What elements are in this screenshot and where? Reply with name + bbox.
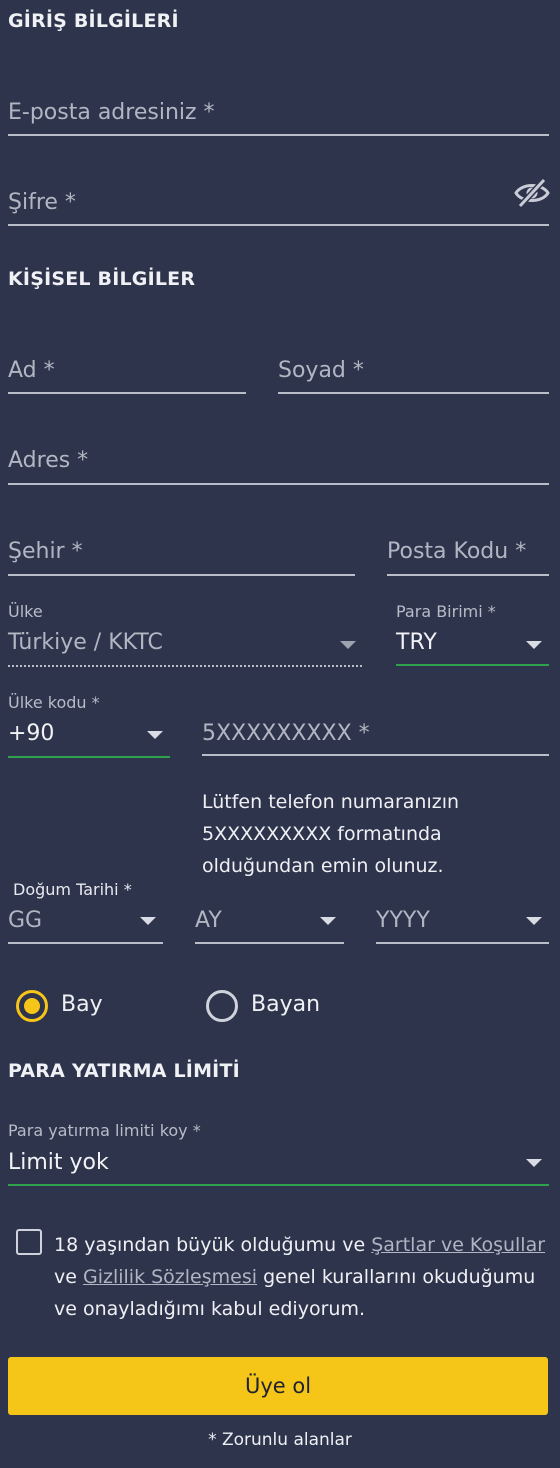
eye-slash-icon[interactable] (514, 177, 550, 209)
currency-select[interactable]: Para Birimi * TRY (396, 600, 549, 666)
birth-day-select[interactable]: GG (8, 900, 163, 944)
birth-day-underline (8, 942, 163, 944)
last-name-underline (278, 392, 549, 394)
phone-field[interactable]: 5XXXXXXXXX * (202, 713, 549, 756)
deposit-limit-value: Limit yok (8, 1150, 109, 1175)
first-name-underline (8, 392, 246, 394)
email-underline (8, 134, 549, 136)
deposit-limit-underline (8, 1184, 549, 1186)
country-label: Ülke (8, 602, 43, 621)
privacy-policy-link[interactable]: Gizlilik Sözleşmesi (83, 1266, 257, 1288)
last-name-placeholder: Soyad * (278, 358, 364, 383)
terms-text-part: 18 yaşından büyük olduğumu ve (54, 1234, 372, 1256)
register-button[interactable]: Üye ol (8, 1357, 548, 1415)
terms-line-2: ve Gizlilik Sözleşmesi genel kurallarını… (54, 1261, 550, 1325)
currency-dropdown-icon (526, 641, 542, 649)
terms-checkbox[interactable] (16, 1229, 42, 1255)
phone-placeholder: 5XXXXXXXXX * (202, 721, 370, 746)
password-placeholder: Şifre * (8, 190, 76, 215)
first-name-field[interactable]: Ad * (8, 350, 246, 394)
currency-label: Para Birimi * (396, 602, 496, 621)
country-code-value: +90 (8, 721, 55, 746)
city-underline (8, 574, 355, 576)
birth-year-value: YYYY (376, 908, 430, 933)
address-field[interactable]: Adres * (8, 440, 549, 485)
country-code-select[interactable]: Ülke kodu * +90 (8, 691, 170, 758)
first-name-placeholder: Ad * (8, 358, 55, 383)
birth-day-dropdown-icon (140, 917, 156, 925)
postal-code-placeholder: Posta Kodu * (387, 539, 527, 564)
personal-section-title: KİŞİSEL BİLGİLER (8, 268, 196, 290)
birth-year-select[interactable]: YYYY (376, 900, 549, 944)
address-underline (8, 483, 549, 485)
country-select[interactable]: Ülke Türkiye / KKTC (8, 600, 362, 667)
country-dropdown-icon (340, 641, 356, 649)
email-field[interactable]: E-posta adresiniz * (8, 92, 549, 136)
country-value: Türkiye / KKTC (8, 630, 163, 655)
postal-code-field[interactable]: Posta Kodu * (387, 531, 549, 576)
deposit-limit-dropdown-icon (526, 1159, 542, 1167)
gender-male-label[interactable]: Bay (61, 992, 103, 1017)
deposit-limit-select[interactable]: Para yatırma limiti koy * Limit yok (8, 1121, 549, 1186)
terms-text: 18 yaşından büyük olduğumu ve Şartlar ve… (54, 1229, 550, 1325)
birth-year-dropdown-icon (526, 917, 542, 925)
currency-value: TRY (396, 630, 437, 655)
birth-month-select[interactable]: AY (195, 900, 344, 944)
password-underline (8, 224, 549, 226)
gender-male-radio[interactable] (16, 990, 48, 1022)
birth-month-underline (195, 942, 344, 944)
terms-line-1: 18 yaşından büyük olduğumu ve Şartlar ve… (54, 1229, 550, 1261)
terms-conditions-link[interactable]: Şartlar ve Koşullar (371, 1234, 545, 1256)
email-placeholder: E-posta adresiniz * (8, 100, 215, 125)
gender-female-radio[interactable] (206, 990, 238, 1022)
city-field[interactable]: Şehir * (8, 531, 355, 576)
city-placeholder: Şehir * (8, 539, 83, 564)
country-code-underline (8, 756, 170, 758)
gender-female-label[interactable]: Bayan (251, 992, 320, 1017)
phone-hint-line: olduğundan emin olunuz. (202, 855, 444, 877)
birth-month-value: AY (195, 908, 222, 933)
country-code-label: Ülke kodu * (8, 693, 100, 712)
country-underline (8, 665, 362, 667)
required-fields-note: * Zorunlu alanlar (208, 1430, 352, 1450)
postal-code-underline (387, 574, 549, 576)
last-name-field[interactable]: Soyad * (278, 350, 549, 394)
phone-hint-line: 5XXXXXXXXX formatında (202, 823, 442, 845)
birth-month-dropdown-icon (320, 917, 336, 925)
deposit-section-title: PARA YATIRMA LİMİTİ (8, 1060, 240, 1082)
address-placeholder: Adres * (8, 448, 89, 473)
currency-underline (396, 664, 549, 666)
birth-day-value: GG (8, 908, 43, 933)
phone-hint-line: Lütfen telefon numaranızın (202, 791, 460, 813)
login-section-title: GİRİŞ BİLGİLERİ (8, 10, 179, 32)
phone-hint: Lütfen telefon numaranızın 5XXXXXXXXX fo… (202, 786, 459, 882)
deposit-limit-label: Para yatırma limiti koy * (8, 1121, 201, 1140)
birth-date-label: Doğum Tarihi * (13, 880, 132, 899)
terms-text-part: ve (54, 1266, 83, 1288)
birth-year-underline (376, 942, 549, 944)
phone-underline (202, 754, 549, 756)
country-code-dropdown-icon (147, 731, 163, 739)
password-field[interactable]: Şifre * (8, 182, 549, 226)
